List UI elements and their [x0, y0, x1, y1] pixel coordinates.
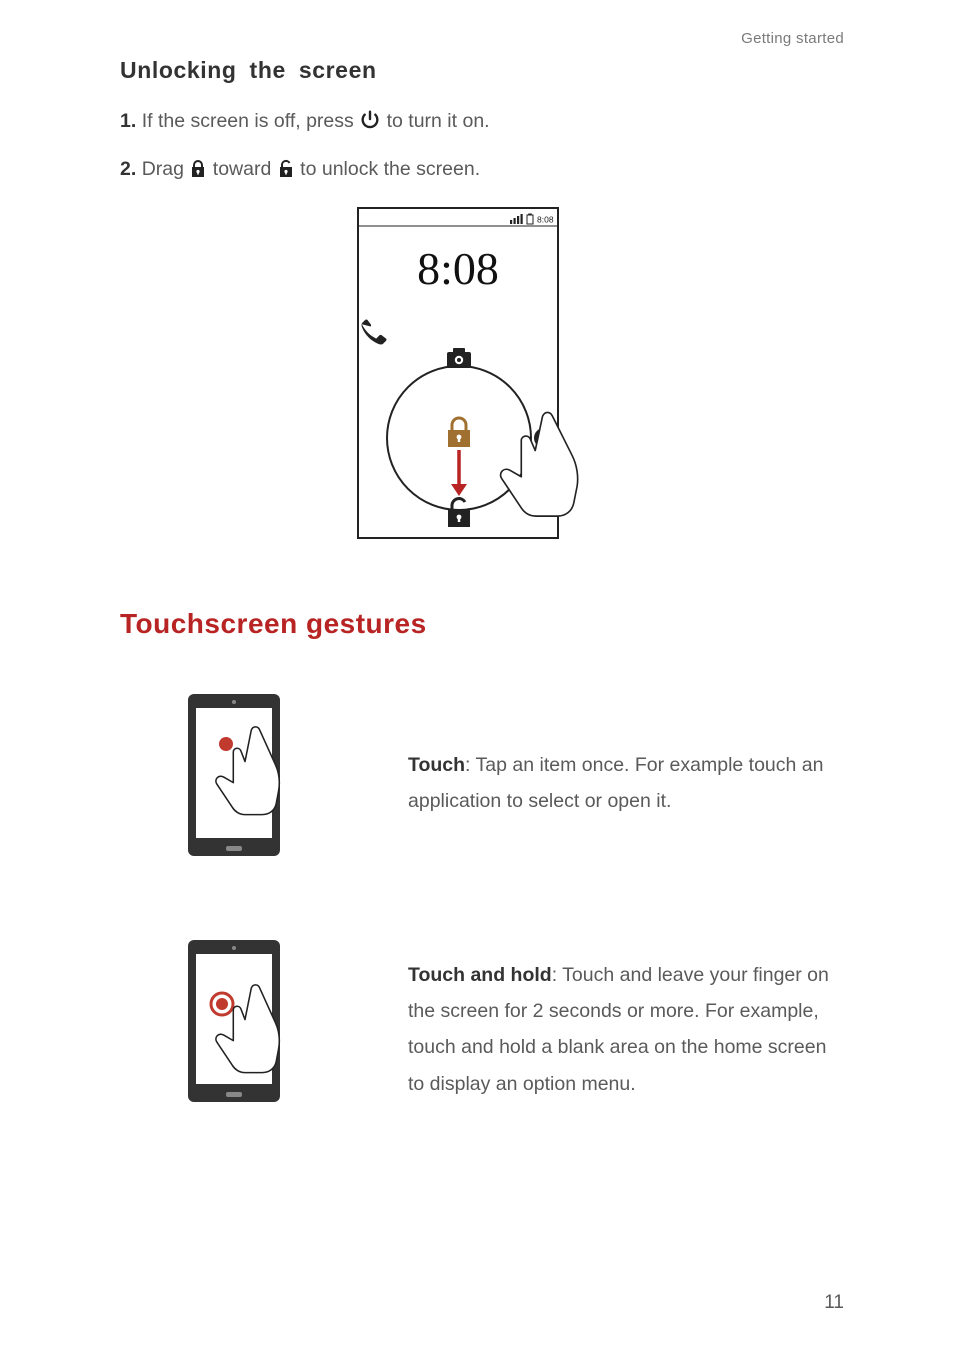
touch-hold-gesture-description: Touch and hold: Touch and leave your fin…	[400, 957, 844, 1101]
gesture-touch-row: Touch: Tap an item once. For example tou…	[120, 688, 844, 878]
touch-gesture-illustration	[180, 688, 340, 878]
unlock-screen-illustration: 8:08 8:08	[352, 202, 612, 580]
step-2-text-b: toward	[213, 158, 277, 180]
gesture-touch-hold-row: Touch and hold: Touch and leave your fin…	[120, 934, 844, 1124]
touch-text: : Tap an item once. For example touch an…	[408, 754, 823, 812]
status-bar-time: 8:08	[537, 215, 554, 225]
touch-label: Touch	[408, 754, 465, 776]
step-1-text-b: to turn it on.	[387, 110, 490, 132]
step-2-text-c: to unlock the screen.	[300, 158, 480, 180]
step-2-number: 2.	[120, 158, 136, 180]
touch-hold-gesture-illustration	[180, 934, 340, 1124]
step-1-number: 1.	[120, 110, 136, 132]
touch-hold-label: Touch and hold	[408, 964, 552, 986]
step-1: 1. If the screen is off, press to turn i…	[120, 106, 844, 140]
touchscreen-gestures-heading: Touchscreen gestures	[120, 608, 844, 640]
step-2: 2. Drag toward to unlock the screen.	[120, 154, 844, 188]
page-number: 11	[824, 1292, 844, 1314]
lock-open-icon	[277, 158, 295, 188]
touch-gesture-description: Touch: Tap an item once. For example tou…	[400, 747, 844, 819]
lockscreen-clock: 8:08	[417, 243, 499, 294]
unlocking-the-screen-heading: Unlocking the screen	[120, 57, 844, 84]
step-1-text-a: If the screen is off, press	[142, 110, 360, 132]
power-icon	[359, 109, 381, 140]
lock-closed-icon	[189, 158, 207, 188]
step-2-text-a: Drag	[142, 158, 190, 180]
running-header: Getting started	[120, 30, 844, 47]
